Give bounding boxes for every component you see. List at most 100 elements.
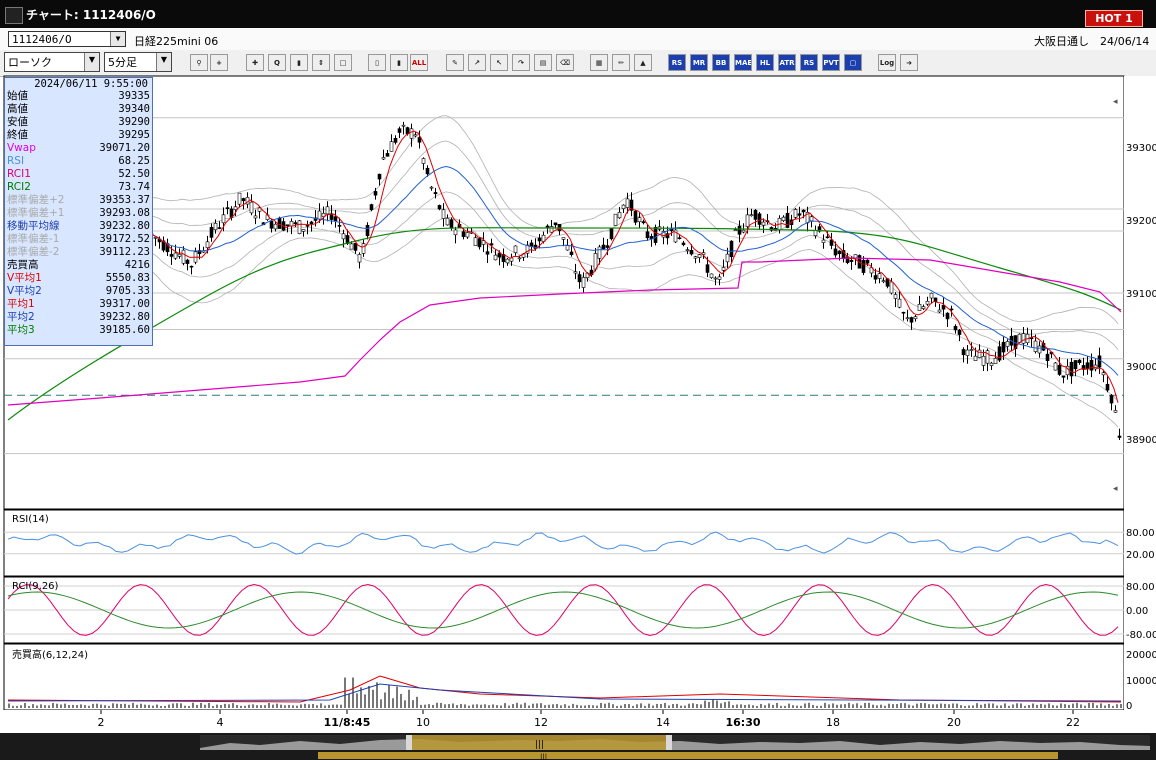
- volume-bar: [568, 705, 570, 708]
- volume-bar: [1080, 704, 1082, 708]
- volume-bar: [104, 705, 106, 708]
- horizontal-scrollbar[interactable]: [318, 752, 1058, 759]
- volume-bar: [120, 703, 122, 708]
- info-row: 標準偏差-2 39112.23: [7, 246, 150, 259]
- volume-bar: [752, 705, 754, 708]
- candle-body: [309, 221, 314, 224]
- volume-bar: [212, 706, 214, 708]
- volume-bar: [704, 700, 706, 708]
- info-value: 68.25: [118, 155, 150, 167]
- volume-bar: [1112, 705, 1114, 708]
- info-row: 移動平均線 39232.80: [7, 220, 150, 233]
- volume-bar: [532, 703, 534, 708]
- candle-body: [233, 206, 238, 210]
- info-value: 39353.37: [99, 194, 150, 206]
- info-value: 39293.08: [99, 207, 150, 219]
- scroll-down-marker[interactable]: ◂: [1113, 484, 1118, 494]
- candle-body: [437, 205, 442, 210]
- volume-bar: [540, 703, 542, 708]
- timeline-scrollbar[interactable]: ||| |||: [0, 733, 1156, 760]
- candle-body: [781, 216, 786, 221]
- candle-body: [1061, 375, 1066, 378]
- volume-bar: [188, 705, 190, 708]
- candle-body: [413, 134, 418, 137]
- volume-bar: [364, 694, 366, 708]
- info-label: 標準偏差-1: [7, 233, 60, 245]
- volume-bar: [620, 705, 622, 708]
- candle-body: [713, 277, 718, 280]
- volume-bar: [76, 705, 78, 708]
- candle-body: [681, 242, 686, 246]
- volume-bar: [640, 703, 642, 708]
- volume-bar: [936, 704, 938, 708]
- volume-bar: [524, 702, 526, 708]
- volume-bar: [20, 705, 22, 708]
- volume-bar: [632, 705, 634, 708]
- volume-bar: [1036, 704, 1038, 708]
- volume-bar: [520, 704, 522, 708]
- grip-icon[interactable]: |||: [535, 740, 544, 750]
- volume-bar: [600, 702, 602, 708]
- candle-body: [597, 246, 602, 259]
- volume-bar: [612, 704, 614, 708]
- volume-bar: [592, 705, 594, 708]
- volume-bar: [552, 704, 554, 708]
- candle-body: [937, 309, 942, 313]
- volume-bar: [148, 704, 150, 708]
- time-axis: [0, 710, 1156, 733]
- volume-bar: [272, 704, 274, 708]
- volume-bar: [696, 704, 698, 708]
- volume-bar: [1016, 703, 1018, 708]
- info-row: 標準偏差+1 39293.08: [7, 207, 150, 220]
- candle-body: [697, 254, 702, 258]
- volume-bar: [440, 702, 442, 708]
- candle-body: [1109, 395, 1114, 404]
- volume-bar: [876, 705, 878, 708]
- candle-body: [873, 275, 878, 280]
- volume-bar: [964, 706, 966, 708]
- candle-body: [177, 253, 182, 257]
- volume-bar: [812, 704, 814, 708]
- volume-bar: [12, 705, 14, 708]
- volume-bar: [820, 705, 822, 708]
- volume-bar: [236, 705, 238, 708]
- volume-bar: [456, 705, 458, 708]
- volume-bar: [184, 705, 186, 708]
- chart-area[interactable]: 393003920039100390003890080.0020.0080.00…: [0, 0, 1156, 760]
- grip-icon[interactable]: |||: [540, 753, 547, 760]
- candle-body: [369, 204, 374, 211]
- candle-body: [1033, 340, 1038, 352]
- volume-bar: [528, 705, 530, 708]
- volume-bar: [780, 705, 782, 708]
- volume-bar: [256, 705, 258, 708]
- candle-body: [1005, 341, 1010, 347]
- candle-body: [325, 206, 330, 215]
- candle-body: [453, 229, 458, 236]
- volume-bar: [68, 705, 70, 708]
- volume-bar: [880, 704, 882, 708]
- volume-bar: [200, 702, 202, 708]
- volume-bar: [668, 705, 670, 708]
- volume-bar: [252, 704, 254, 708]
- volume-bar: [788, 703, 790, 708]
- candle-body: [609, 228, 614, 240]
- scroll-up-marker[interactable]: ◂: [1113, 97, 1118, 107]
- scroll-thumb-right-handle[interactable]: [666, 735, 672, 750]
- candle-body: [913, 316, 918, 320]
- volume-bar: [296, 705, 298, 708]
- candle-body: [561, 237, 566, 240]
- volume-bar: [1084, 705, 1086, 708]
- info-label: RCI1: [7, 168, 31, 180]
- volume-bar: [516, 702, 518, 708]
- scroll-thumb-left-handle[interactable]: [406, 735, 412, 750]
- volume-bar: [1008, 705, 1010, 708]
- volume-bar: [892, 704, 894, 708]
- time-axis-label: 16:30: [725, 716, 760, 729]
- candle-body: [989, 362, 994, 366]
- volume-bar: [748, 704, 750, 708]
- candle-body: [461, 231, 466, 237]
- info-row: RCI2 73.74: [7, 181, 150, 194]
- candle-body: [473, 237, 478, 246]
- candle-body: [385, 153, 390, 157]
- info-label: V平均2: [7, 285, 42, 297]
